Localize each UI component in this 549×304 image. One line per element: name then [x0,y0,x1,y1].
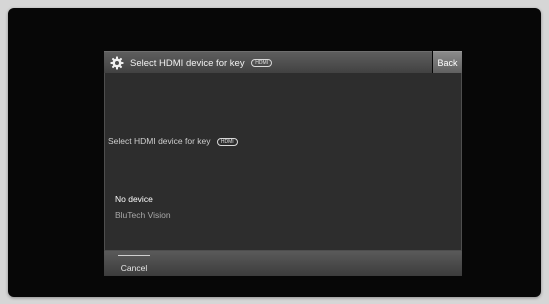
prompt-label: Select HDMI device for key [108,136,211,146]
dialog-footer: Cancel [104,251,462,276]
hdmi-select-dialog: Select HDMI device for key HDMI Back Sel… [104,51,462,276]
cancel-button[interactable]: Cancel [118,255,150,274]
dialog-title-label: Select HDMI device for key [130,57,245,69]
hdmi-key-icon: HDMI [251,58,272,67]
tv-screen: Select HDMI device for key HDMI Back Sel… [8,8,541,297]
dialog-title-bar: Select HDMI device for key HDMI [104,51,432,74]
gear-icon [110,56,124,70]
dialog-title: Select HDMI device for key HDMI [130,58,272,69]
hdmi-key-icon: HDMI [216,137,238,146]
device-list: No device BluTech Vision [115,191,171,223]
dialog-content: Select HDMI device for key HDMI No devic… [104,73,462,251]
device-option-blutech-vision[interactable]: BluTech Vision [115,207,171,223]
device-option-no-device[interactable]: No device [115,191,171,207]
back-button[interactable]: Back [433,51,462,74]
prompt-text: Select HDMI device for key HDMI [108,136,238,146]
